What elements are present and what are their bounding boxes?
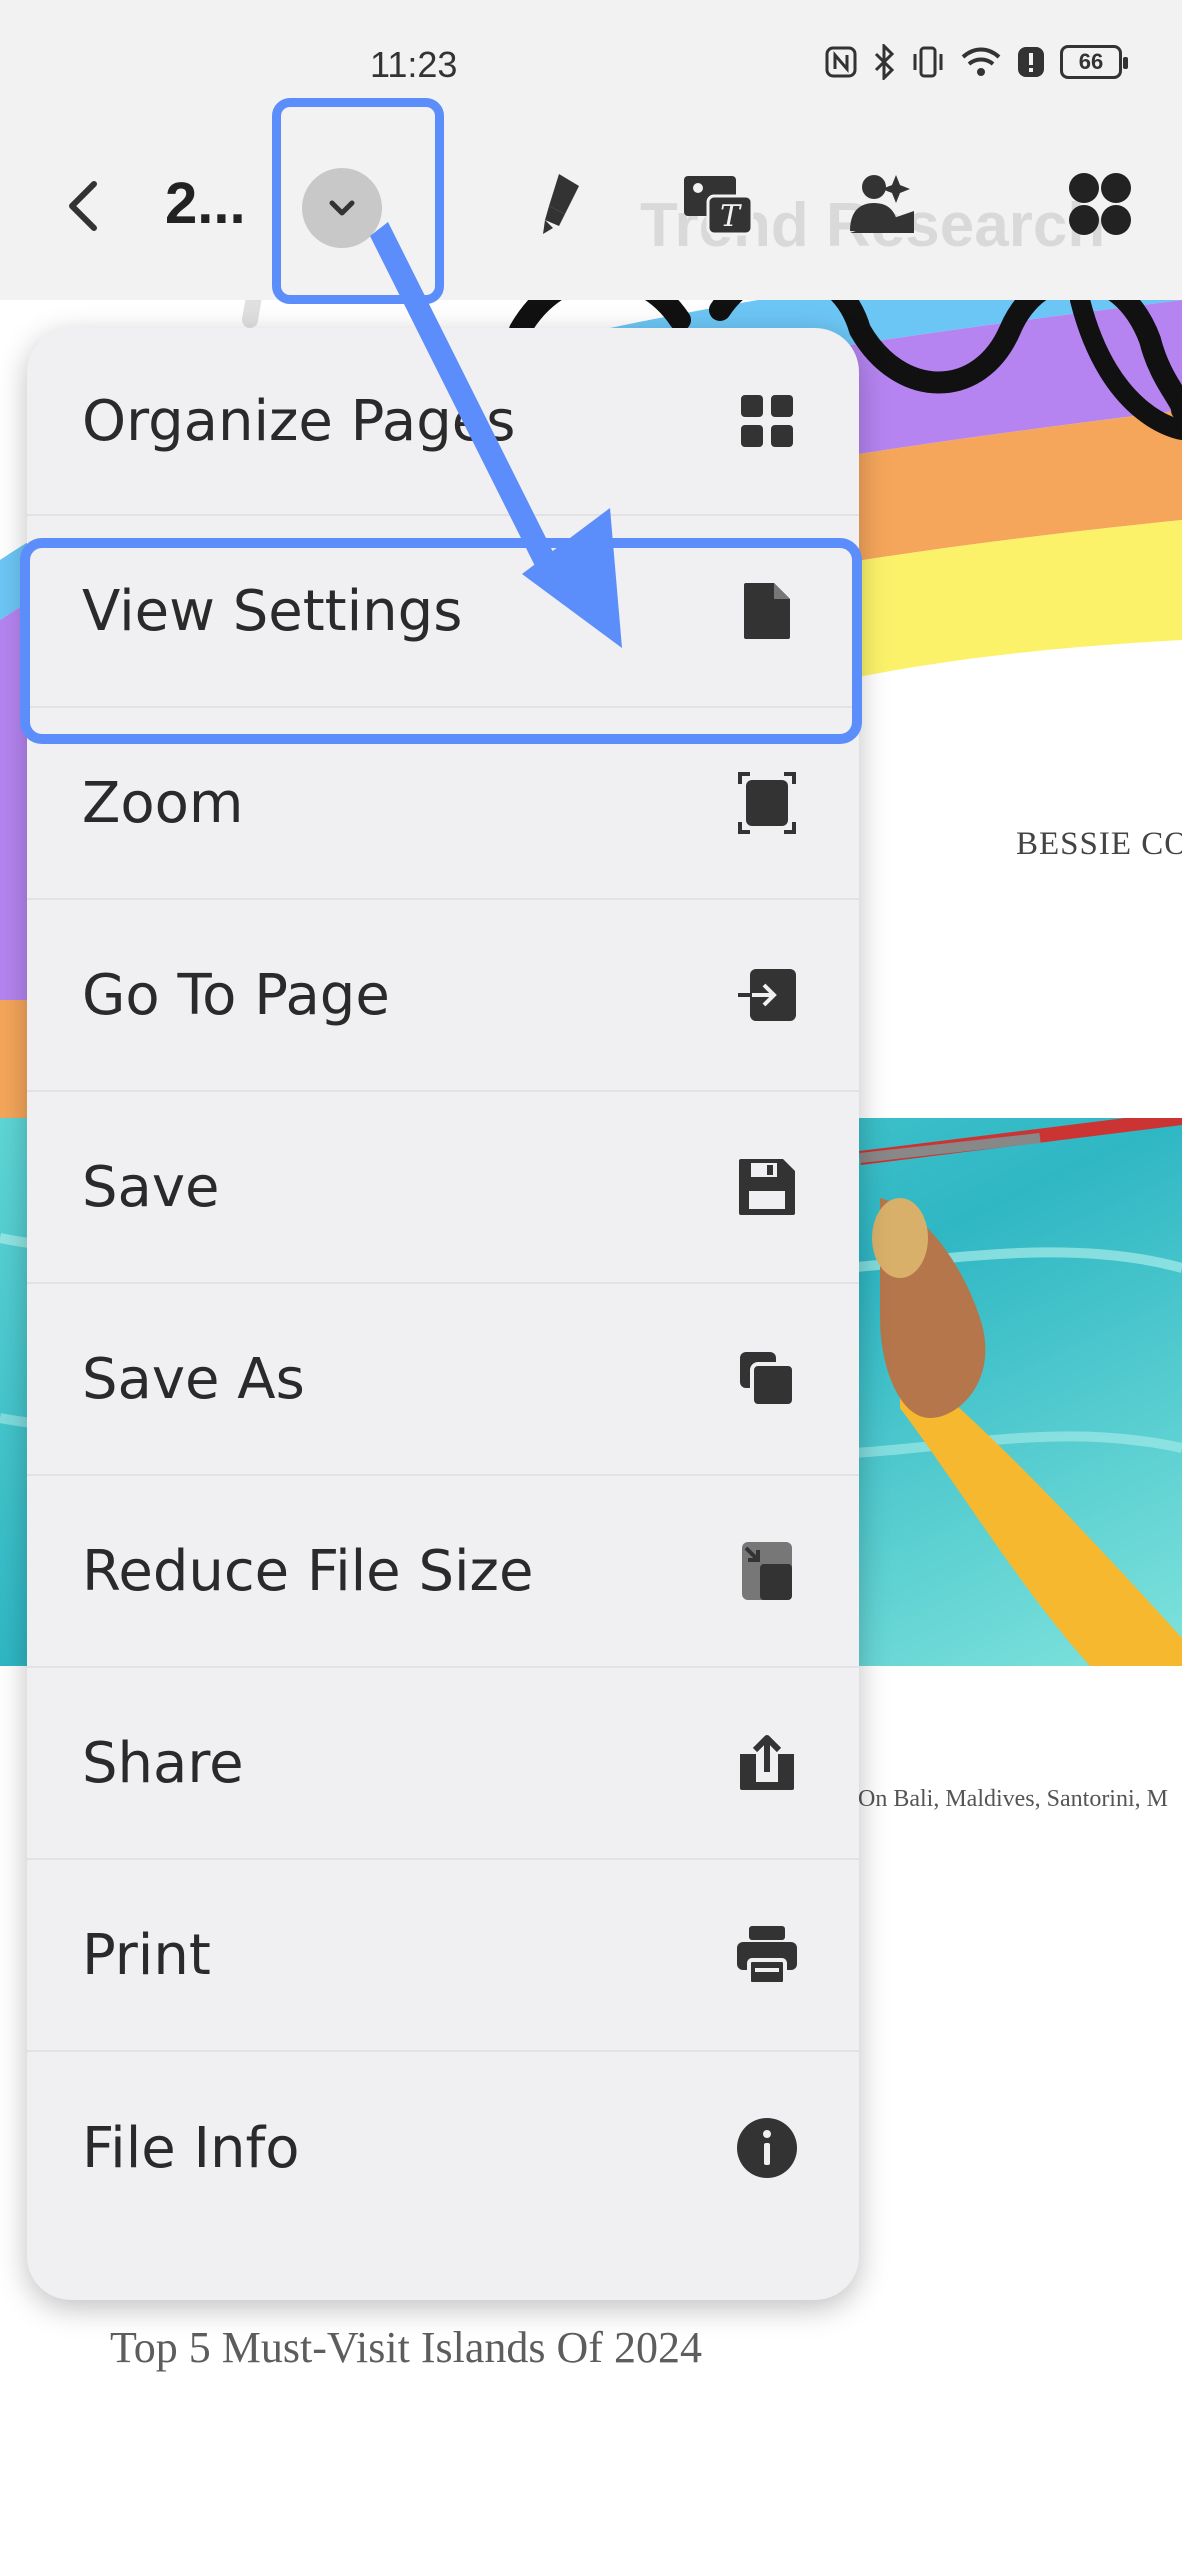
menu-item-organize-pages[interactable]: Organize Pages xyxy=(27,328,859,516)
menu-item-label: Save xyxy=(82,1154,220,1220)
highlight-dropdown-box xyxy=(272,98,444,304)
menu-item-file-info[interactable]: File Info xyxy=(27,2052,859,2244)
go-to-page-icon xyxy=(735,963,799,1027)
grid-icon xyxy=(735,389,799,453)
back-button[interactable] xyxy=(60,176,104,236)
menu-item-label: Print xyxy=(82,1922,211,1988)
caption-fragment: On Bali, Maldives, Santorini, M xyxy=(858,1786,1168,1812)
save-icon xyxy=(735,1155,799,1219)
menu-item-label: Share xyxy=(82,1730,244,1796)
menu-item-label: Go To Page xyxy=(82,962,390,1028)
apps-icon xyxy=(1069,173,1131,235)
zoom-frame-icon xyxy=(735,771,799,835)
menu-item-save[interactable]: Save xyxy=(27,1092,859,1284)
highlighter-button[interactable] xyxy=(525,168,597,240)
highlighter-icon xyxy=(543,174,579,234)
menu-item-share[interactable]: Share xyxy=(27,1668,859,1860)
image-text-icon: T xyxy=(684,176,754,236)
author-name-fragment: BESSIE CO xyxy=(1016,826,1182,862)
ai-image-button[interactable] xyxy=(846,168,918,240)
menu-item-label: Reduce File Size xyxy=(82,1538,534,1604)
menu-item-label: File Info xyxy=(82,2115,300,2181)
status-time: 11:23 xyxy=(370,44,458,85)
menu-item-save-as[interactable]: Save As xyxy=(27,1284,859,1476)
apps-button[interactable] xyxy=(1064,168,1136,240)
menu-item-label: Organize Pages xyxy=(82,388,516,454)
menu-item-print[interactable]: Print xyxy=(27,1860,859,2052)
nfc-icon xyxy=(824,45,858,79)
alert-icon xyxy=(1016,45,1046,79)
status-bar: 11:23 66 xyxy=(0,0,1182,130)
wifi-icon xyxy=(960,45,1002,79)
info-icon xyxy=(735,2116,799,2180)
highlight-view-settings-box xyxy=(20,538,862,744)
bluetooth-icon xyxy=(872,44,896,80)
image-text-button[interactable]: T xyxy=(682,168,754,240)
document-heading: Top 5 Must-Visit Islands Of 2024 xyxy=(110,2323,702,2372)
reduce-size-icon xyxy=(735,1539,799,1603)
menu-item-label: Zoom xyxy=(82,770,244,836)
ai-image-icon xyxy=(850,175,914,233)
menu-item-label: Save As xyxy=(82,1346,305,1412)
vibrate-icon xyxy=(910,44,946,80)
battery-icon: 66 xyxy=(1060,45,1128,79)
share-icon xyxy=(735,1731,799,1795)
chevron-left-icon xyxy=(69,181,97,231)
menu-item-reduce-file-size[interactable]: Reduce File Size xyxy=(27,1476,859,1668)
status-icons: 66 xyxy=(824,44,1128,80)
document-title[interactable]: 2... xyxy=(165,170,246,237)
menu-item-go-to-page[interactable]: Go To Page xyxy=(27,900,859,1092)
save-as-icon xyxy=(735,1347,799,1411)
print-icon xyxy=(735,1923,799,1987)
svg-text:T: T xyxy=(720,199,742,234)
